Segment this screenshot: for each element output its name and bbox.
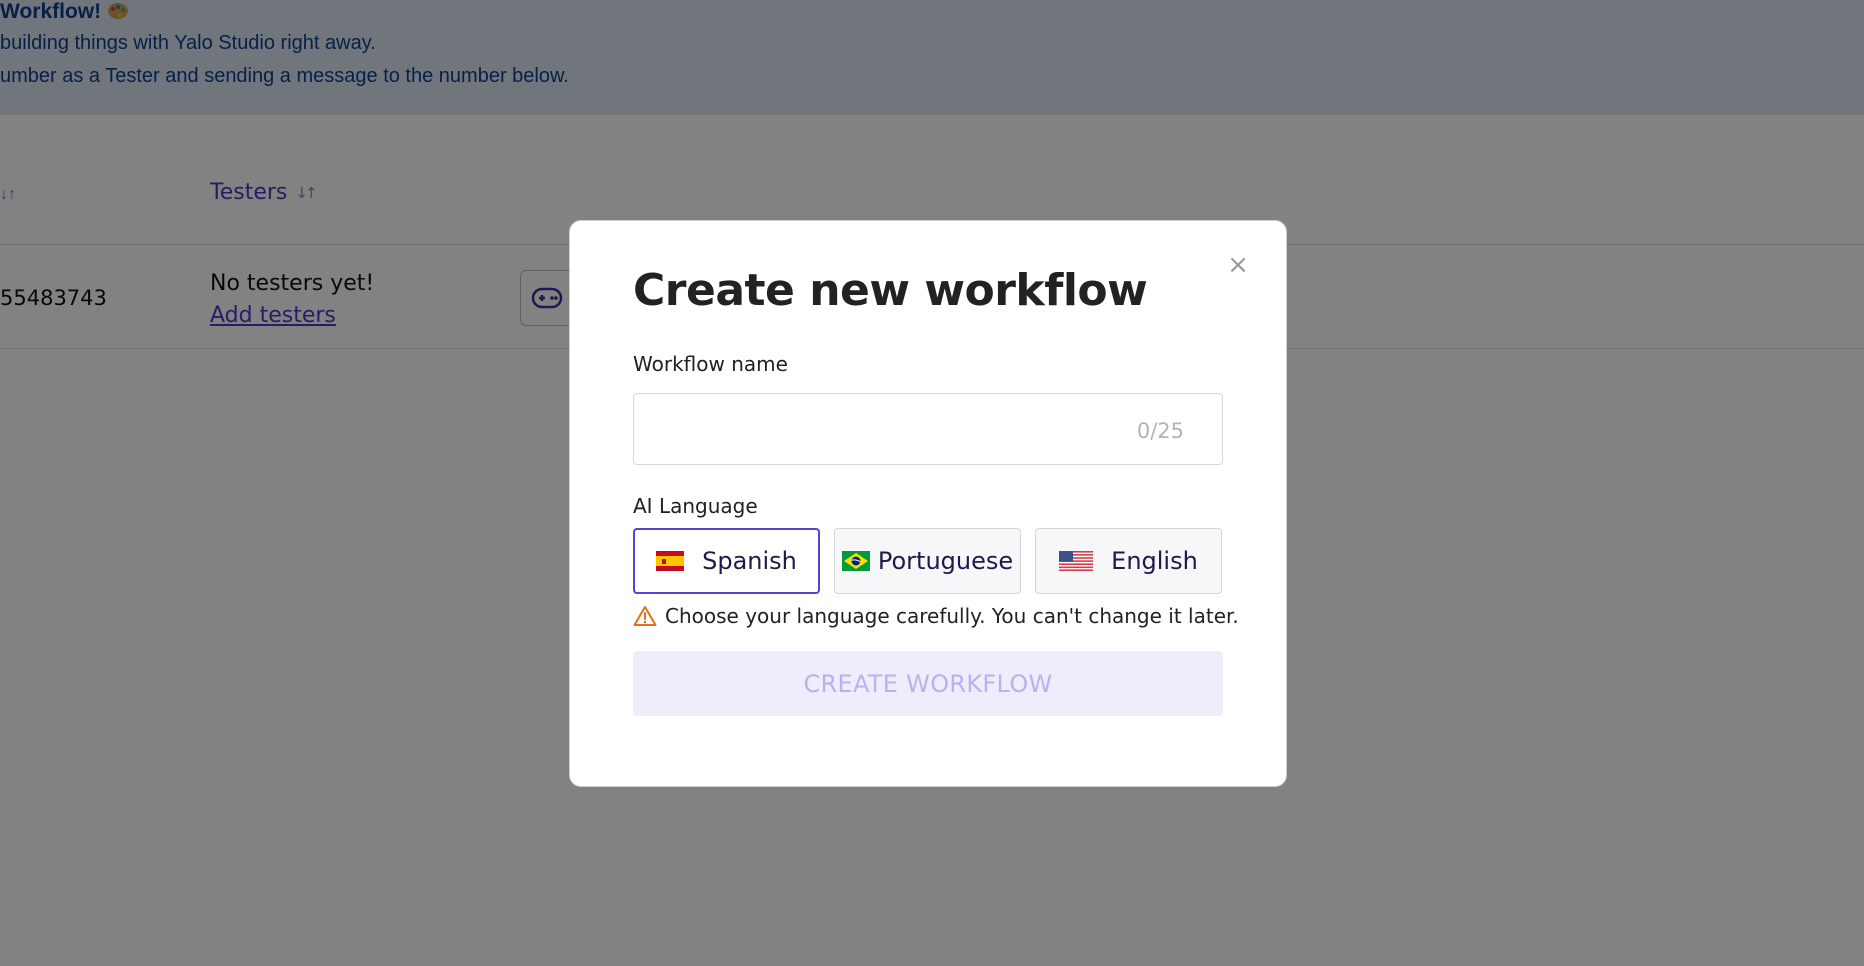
language-warning: Choose your language carefully. You can'… (633, 604, 1239, 628)
language-label: Portuguese (877, 547, 1014, 575)
brazil-flag-icon (841, 551, 870, 571)
char-counter: 0/25 (1136, 419, 1184, 443)
workflow-name-label: Workflow name (633, 352, 788, 376)
warning-icon (633, 606, 657, 626)
language-label: English (1111, 547, 1198, 575)
language-option-english[interactable]: English (1035, 528, 1222, 594)
language-label: Spanish (702, 547, 797, 575)
create-workflow-dialog: × Create new workflow Workflow name 0/25… (569, 220, 1287, 787)
warning-text: Choose your language carefully. You can'… (665, 604, 1239, 628)
close-icon[interactable]: × (1226, 252, 1250, 278)
create-workflow-button[interactable]: CREATE WORKFLOW (633, 651, 1223, 716)
language-options: Spanish Portuguese English (633, 528, 1223, 594)
language-option-portuguese[interactable]: Portuguese (834, 528, 1021, 594)
spain-flag-icon (656, 551, 685, 571)
us-flag-icon (1059, 551, 1094, 571)
language-option-spanish[interactable]: Spanish (633, 528, 820, 594)
dialog-title: Create new workflow (633, 265, 1148, 316)
ai-language-label: AI Language (633, 494, 758, 518)
